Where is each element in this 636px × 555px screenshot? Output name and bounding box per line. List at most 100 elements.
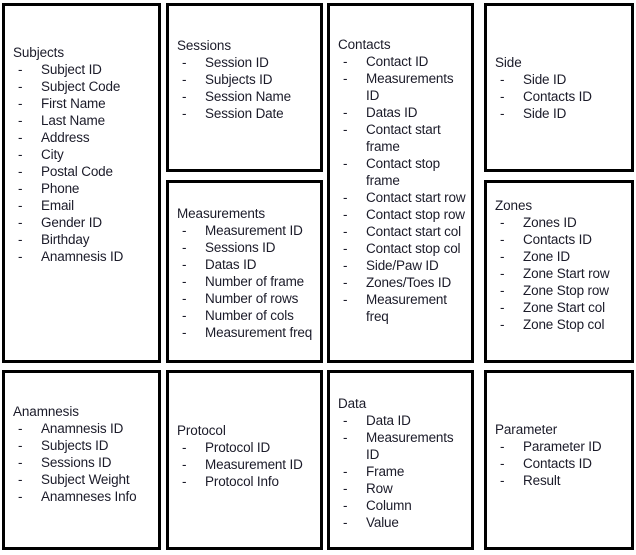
attribute-item: - Contact stop row (338, 206, 467, 223)
attribute-label: Email (41, 198, 75, 213)
attribute-label: Number of rows (205, 291, 299, 306)
attribute-item: - First Name (13, 95, 154, 112)
bullet-dash-icon: - (500, 232, 505, 247)
attribute-label: Anamnesis ID (41, 421, 124, 436)
bullet-dash-icon: - (18, 438, 23, 453)
bullet-dash-icon: - (343, 258, 348, 273)
bullet-dash-icon: - (182, 457, 187, 472)
attribute-item: - Measurement ID (177, 456, 316, 473)
attribute-label: Number of cols (205, 308, 294, 323)
attribute-item: - Subjects ID (13, 437, 154, 454)
attribute-item: - Side ID (495, 71, 627, 88)
bullet-dash-icon: - (343, 241, 348, 256)
attribute-item: - Last Name (13, 112, 154, 129)
bullet-dash-icon: - (18, 249, 23, 264)
attribute-label: Zone Stop col (523, 317, 605, 332)
attribute-label: Parameter ID (523, 439, 602, 454)
attribute-item: - Number of cols (177, 307, 316, 324)
entity-box-anamnesis: Anamnesis - Anamnesis ID - Subjects ID - Se… (2, 370, 161, 550)
bullet-dash-icon: - (182, 257, 187, 272)
bullet-dash-icon: - (500, 249, 505, 264)
attribute-label: First Name (41, 96, 106, 111)
attribute-item: - Zone Stop col (495, 316, 627, 333)
bullet-dash-icon: - (343, 413, 348, 428)
attribute-item: - Zones/Toes ID (338, 274, 467, 291)
attribute-item: - Email (13, 197, 154, 214)
bullet-dash-icon: - (500, 106, 505, 121)
attribute-item: - Session Date (177, 105, 316, 122)
bullet-dash-icon: - (343, 224, 348, 239)
bullet-dash-icon: - (343, 54, 348, 69)
entity-title-contacts: Contacts (338, 37, 391, 52)
attribute-item: - Contacts ID (495, 231, 627, 248)
attribute-item: - Data ID (338, 412, 467, 429)
bullet-dash-icon: - (500, 317, 505, 332)
entity-box-sessions: Sessions - Session ID - Subjects ID - Sessi… (166, 3, 323, 172)
attribute-item: - City (13, 146, 154, 163)
attribute-item: - Zone Start col (495, 299, 627, 316)
attribute-label: Measurement ID (205, 457, 303, 472)
attribute-label: Side ID (523, 72, 567, 87)
attribute-item: - Subject Code (13, 78, 154, 95)
attribute-list-anamnesis: - Anamnesis ID - Subjects ID - Sessions ID … (13, 420, 154, 505)
entity-box-contacts: Contacts - Contact ID - Measurements ID - D… (327, 3, 474, 363)
attribute-item: - Zone ID (495, 248, 627, 265)
bullet-dash-icon: - (182, 440, 187, 455)
attribute-list-sessions: - Session ID - Subjects ID - Session Name -… (177, 54, 316, 122)
attribute-label: Zone Stop row (523, 283, 609, 298)
bullet-dash-icon: - (500, 283, 505, 298)
attribute-list-subjects: - Subject ID - Subject Code - First Name - L… (13, 61, 154, 265)
attribute-label: Subjects ID (205, 72, 273, 87)
attribute-label: Measurement ID (205, 223, 303, 238)
entity-box-zones: Zones - Zones ID - Contacts ID - Zone ID - Z… (484, 180, 634, 363)
attribute-item: - Result (495, 472, 627, 489)
attribute-list-contacts: - Contact ID - Measurements ID - Datas ID -… (338, 53, 467, 325)
attribute-label: Contact stop frame (366, 156, 440, 188)
attribute-label: Gender ID (41, 215, 102, 230)
bullet-dash-icon: - (18, 96, 23, 111)
bullet-dash-icon: - (18, 62, 23, 77)
attribute-label: Contact stop row (366, 207, 465, 222)
attribute-label: City (41, 147, 64, 162)
entity-diagram: Subjects - Subject ID - Subject Code - Firs… (0, 0, 636, 555)
bullet-dash-icon: - (343, 292, 348, 307)
attribute-label: Number of frame (205, 274, 305, 289)
attribute-label: Subjects ID (41, 438, 109, 453)
attribute-item: - Contact start row (338, 189, 467, 206)
attribute-item: - Session Name (177, 88, 316, 105)
bullet-dash-icon: - (343, 207, 348, 222)
attribute-label: Sessions ID (205, 240, 276, 255)
attribute-item: - Frame (338, 463, 467, 480)
bullet-dash-icon: - (18, 232, 23, 247)
attribute-item: - Contact start frame (338, 121, 467, 155)
entity-box-measurements: Measurements - Measurement ID - Sessions I… (166, 180, 323, 363)
bullet-dash-icon: - (182, 474, 187, 489)
attribute-item: - Sessions ID (177, 239, 316, 256)
attribute-item: - Measurements ID (338, 429, 467, 463)
attribute-label: Last Name (41, 113, 105, 128)
attribute-item: - Birthday (13, 231, 154, 248)
bullet-dash-icon: - (500, 89, 505, 104)
bullet-dash-icon: - (343, 122, 348, 137)
attribute-item: - Measurement freq (338, 291, 467, 325)
entity-title-anamnesis: Anamnesis (13, 404, 79, 419)
entity-title-zones: Zones (495, 198, 533, 213)
bullet-dash-icon: - (18, 113, 23, 128)
attribute-label: Row (366, 481, 393, 496)
attribute-item: - Contact start col (338, 223, 467, 240)
bullet-dash-icon: - (343, 464, 348, 479)
attribute-label: Contact stop col (366, 241, 461, 256)
bullet-dash-icon: - (18, 164, 23, 179)
entity-title-parameter: Parameter (495, 422, 558, 437)
bullet-dash-icon: - (18, 472, 23, 487)
attribute-item: - Contacts ID (495, 88, 627, 105)
attribute-item: - Contact stop frame (338, 155, 467, 189)
attribute-label: Measurement freq (366, 292, 447, 324)
entity-title-data: Data (338, 396, 367, 411)
bullet-dash-icon: - (182, 223, 187, 238)
bullet-dash-icon: - (182, 89, 187, 104)
attribute-item: - Datas ID (338, 104, 467, 121)
attribute-label: Datas ID (205, 257, 257, 272)
attribute-label: Contacts ID (523, 89, 592, 104)
attribute-label: Address (41, 130, 90, 145)
